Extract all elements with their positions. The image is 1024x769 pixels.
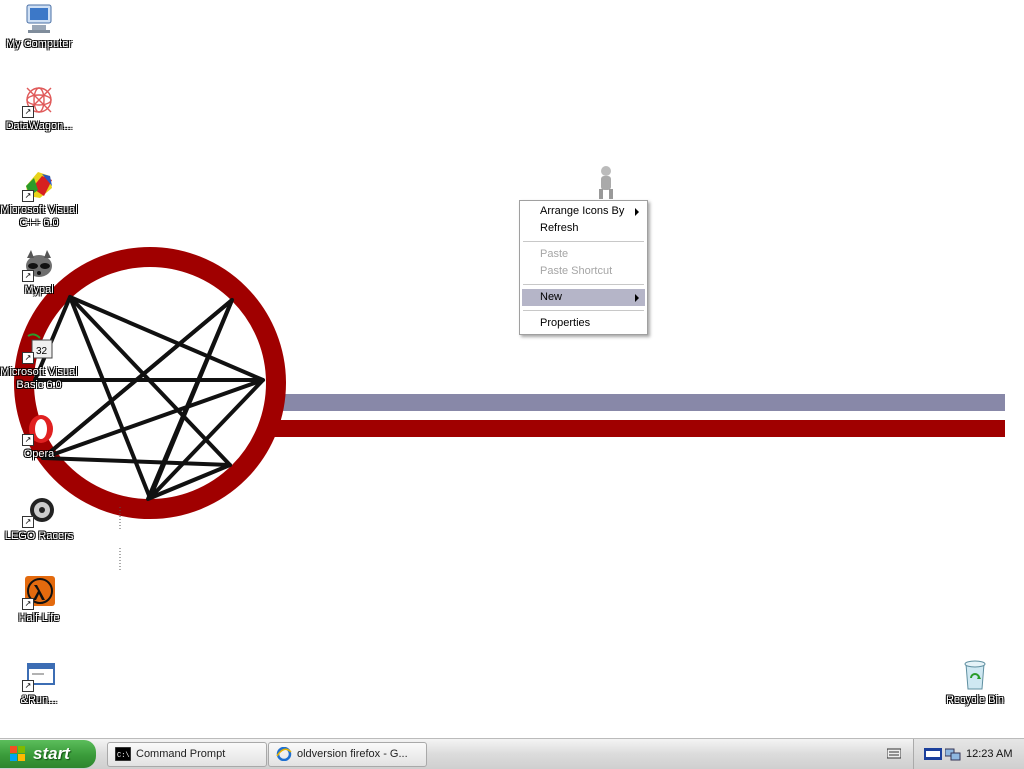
menu-item-paste-shortcut[interactable]: Paste Shortcut <box>522 263 645 280</box>
desktop-icon-half-life[interactable]: ↗ Half-Life <box>0 576 78 625</box>
internet-explorer-icon <box>276 747 292 761</box>
cursor-figure-icon <box>599 166 613 199</box>
menu-separator <box>523 241 644 242</box>
lego-racers-icon: ↗ <box>22 494 56 528</box>
menu-separator <box>523 284 644 285</box>
windows-flag-icon <box>10 746 25 761</box>
system-tray: 12:23 AM <box>913 739 1024 769</box>
desktop-icon-visual-cpp[interactable]: ↗ Microsoft Visual C++ 6.0 <box>0 168 78 230</box>
run-icon: ↗ <box>22 658 56 692</box>
taskbar-button-firefox-page[interactable]: oldversion firefox - G... <box>268 742 427 767</box>
visual-cpp-icon: ↗ <box>22 168 56 202</box>
desktop-icon-datawagon[interactable]: ↗ DataWagon... <box>0 84 78 133</box>
start-button[interactable]: start <box>0 740 96 768</box>
menu-item-properties[interactable]: Properties <box>522 315 645 332</box>
command-prompt-icon: C:\ <box>115 747 131 761</box>
shortcut-arrow-icon: ↗ <box>22 680 34 692</box>
wallpaper-sigil <box>14 247 1005 572</box>
my-computer-icon <box>22 2 56 36</box>
datawagon-icon: ↗ <box>22 84 56 118</box>
half-life-icon: ↗ <box>22 576 56 610</box>
menu-separator <box>523 310 644 311</box>
recycle-bin-icon <box>958 658 992 692</box>
shortcut-arrow-icon: ↗ <box>22 270 34 282</box>
desktop-icon-my-computer[interactable]: My Computer <box>0 2 78 51</box>
taskbar: start C:\ Command Prompt oldversion fire… <box>0 738 1024 769</box>
network-connection-icon[interactable] <box>945 747 961 761</box>
shortcut-arrow-icon: ↗ <box>22 352 34 364</box>
desktop-icon-run[interactable]: ↗ &Run... <box>0 658 78 707</box>
svg-text:C:\: C:\ <box>117 752 130 760</box>
desktop-icon-recycle-bin[interactable]: Recycle Bin <box>936 658 1014 707</box>
menu-item-refresh[interactable]: Refresh <box>522 220 645 237</box>
shortcut-arrow-icon: ↗ <box>22 190 34 202</box>
submenu-arrow-icon <box>635 208 639 216</box>
menu-item-new[interactable]: New <box>522 289 645 306</box>
menu-item-paste[interactable]: Paste <box>522 246 645 263</box>
desktop-icon-mypal[interactable]: ↗ Mypal <box>0 248 78 297</box>
keyboard-layout-icon[interactable] <box>887 747 901 759</box>
mypal-icon: ↗ <box>22 248 56 282</box>
tray-app-icon[interactable] <box>924 748 942 760</box>
opera-icon: ↗ <box>22 412 56 446</box>
desktop-icon-lego-racers[interactable]: ↗ LEGO Racers <box>0 494 78 543</box>
desktop-icon-opera[interactable]: ↗ Opera <box>0 412 78 461</box>
taskbar-button-command-prompt[interactable]: C:\ Command Prompt <box>107 742 267 767</box>
visual-basic-icon: 32 ↗ <box>22 330 56 364</box>
shortcut-arrow-icon: ↗ <box>22 516 34 528</box>
shortcut-arrow-icon: ↗ <box>22 434 34 446</box>
menu-item-arrange-icons-by[interactable]: Arrange Icons By <box>522 203 645 220</box>
desktop-context-menu: Arrange Icons By Refresh Paste Paste Sho… <box>519 200 648 335</box>
svg-text:32: 32 <box>36 346 48 357</box>
shortcut-arrow-icon: ↗ <box>22 598 34 610</box>
desktop-icon-visual-basic[interactable]: 32 ↗ Microsoft Visual Basic 6.0 <box>0 330 78 392</box>
shortcut-arrow-icon: ↗ <box>22 106 34 118</box>
desktop[interactable]: My Computer ↗ DataWagon... ↗ Microsoft V… <box>0 0 1024 738</box>
system-clock[interactable]: 12:23 AM <box>966 739 1012 769</box>
submenu-arrow-icon <box>635 294 639 302</box>
